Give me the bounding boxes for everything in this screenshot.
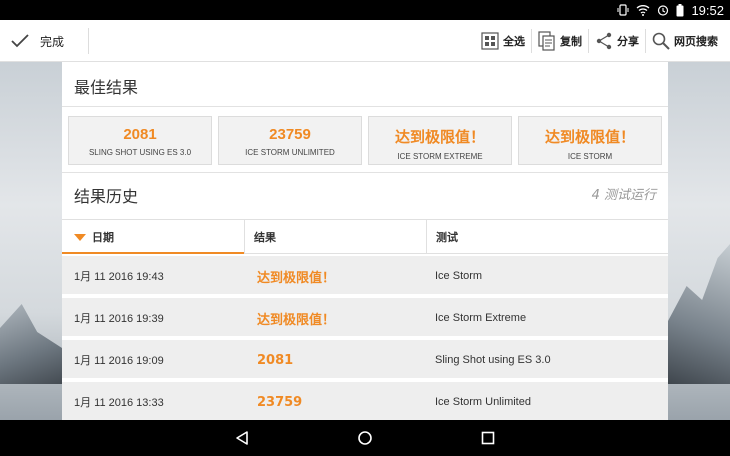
back-icon — [236, 431, 248, 445]
status-bar: 19:52 — [0, 0, 730, 20]
status-clock: 19:52 — [691, 2, 724, 18]
sort-desc-icon — [74, 233, 86, 241]
status-icons: 19:52 — [617, 0, 724, 20]
wifi-icon — [637, 5, 650, 16]
select-all-icon — [481, 32, 499, 50]
done-label: 完成 — [40, 34, 65, 49]
row-date: 1月 11 2016 19:39 — [74, 313, 164, 325]
battery-icon — [676, 3, 684, 16]
history-table-header: 日期 结果 测试 — [62, 219, 668, 254]
column-header-date[interactable]: 日期 — [74, 220, 114, 254]
select-all-button[interactable]: 全选 — [475, 20, 531, 62]
row-result: 达到极限值！ — [257, 312, 336, 328]
runs-count: 4 测试运行 — [591, 188, 656, 203]
row-test: Sling Shot using ES 3.0 — [435, 354, 551, 366]
done-button[interactable]: 完成 — [10, 20, 64, 62]
row-test: Ice Storm — [435, 270, 483, 282]
best-card-label: ICE STORM — [567, 152, 613, 161]
toolbar-divider — [88, 28, 89, 54]
recents-icon — [481, 431, 495, 445]
share-label: 分享 — [617, 35, 639, 48]
sort-indicator — [62, 252, 244, 254]
table-row[interactable]: 1月 11 2016 13:33 23759 Ice Storm Unlimit… — [62, 382, 668, 422]
alarm-icon — [658, 5, 669, 16]
copy-icon — [538, 31, 555, 51]
best-card-ice-storm-extreme[interactable]: 达到极限值！ ICE STORM EXTREME — [368, 116, 512, 165]
best-card-value: 达到极限值！ — [394, 129, 485, 146]
column-test-label: 测试 — [436, 231, 458, 244]
best-card-label: ICE STORM EXTREME — [397, 152, 483, 161]
best-card-ice-storm[interactable]: 达到极限值！ ICE STORM — [518, 116, 662, 165]
best-card-sling-shot[interactable]: 2081 SLING SHOT USING ES 3.0 — [68, 116, 212, 165]
best-results-title: 最佳结果 — [74, 78, 139, 97]
back-button[interactable] — [222, 420, 262, 456]
column-header-result[interactable]: 结果 — [254, 220, 276, 254]
history-title: 结果历史 — [74, 187, 139, 206]
select-all-label: 全选 — [503, 35, 525, 48]
divider — [62, 106, 668, 107]
best-card-value: 23759 — [269, 126, 311, 143]
share-button[interactable]: 分享 — [589, 20, 645, 62]
recents-button[interactable] — [468, 420, 508, 456]
row-result: 达到极限值！ — [257, 270, 336, 286]
search-icon — [652, 32, 670, 50]
best-card-label: ICE STORM UNLIMITED — [245, 148, 335, 157]
share-icon — [596, 32, 612, 50]
table-row[interactable]: 1月 11 2016 19:43 达到极限值！ Ice Storm — [62, 256, 668, 296]
best-card-value: 达到极限值！ — [544, 129, 635, 146]
row-date: 1月 11 2016 19:09 — [74, 355, 164, 367]
web-search-label: 网页搜索 — [674, 35, 718, 48]
check-icon — [11, 34, 29, 48]
vibrate-icon — [617, 4, 629, 16]
table-row[interactable]: 1月 11 2016 19:09 2081 Sling Shot using E… — [62, 340, 668, 380]
row-test: Ice Storm Extreme — [435, 312, 527, 324]
web-search-button[interactable]: 网页搜索 — [646, 20, 724, 62]
action-group: 全选 复制 分享 网页搜索 — [475, 20, 724, 62]
row-result: 23759 — [257, 394, 303, 410]
best-card-value: 2081 — [123, 126, 157, 143]
action-bar: 完成 全选 复制 分享 网页搜索 — [0, 20, 730, 62]
row-date: 1月 11 2016 13:33 — [74, 397, 164, 409]
column-header-test[interactable]: 测试 — [436, 220, 458, 254]
column-date-label: 日期 — [92, 231, 114, 244]
mountain-right — [668, 244, 730, 384]
divider — [62, 172, 668, 173]
home-button[interactable] — [345, 420, 385, 456]
column-divider — [244, 220, 245, 254]
row-test: Ice Storm Unlimited — [435, 396, 531, 408]
results-panel[interactable]: 最佳结果 2081 SLING SHOT USING ES 3.0 23759 … — [62, 62, 668, 422]
copy-label: 复制 — [560, 35, 582, 48]
column-result-label: 结果 — [254, 231, 276, 244]
row-result: 2081 — [257, 352, 294, 368]
home-icon — [358, 431, 372, 445]
column-divider — [426, 220, 427, 254]
navigation-bar — [0, 420, 730, 456]
table-row[interactable]: 1月 11 2016 19:39 达到极限值！ Ice Storm Extrem… — [62, 298, 668, 338]
best-card-ice-storm-unlimited[interactable]: 23759 ICE STORM UNLIMITED — [218, 116, 362, 165]
copy-button[interactable]: 复制 — [532, 20, 588, 62]
mountain-left — [0, 304, 62, 384]
best-card-label: SLING SHOT USING ES 3.0 — [88, 148, 192, 157]
row-date: 1月 11 2016 19:43 — [74, 271, 164, 283]
